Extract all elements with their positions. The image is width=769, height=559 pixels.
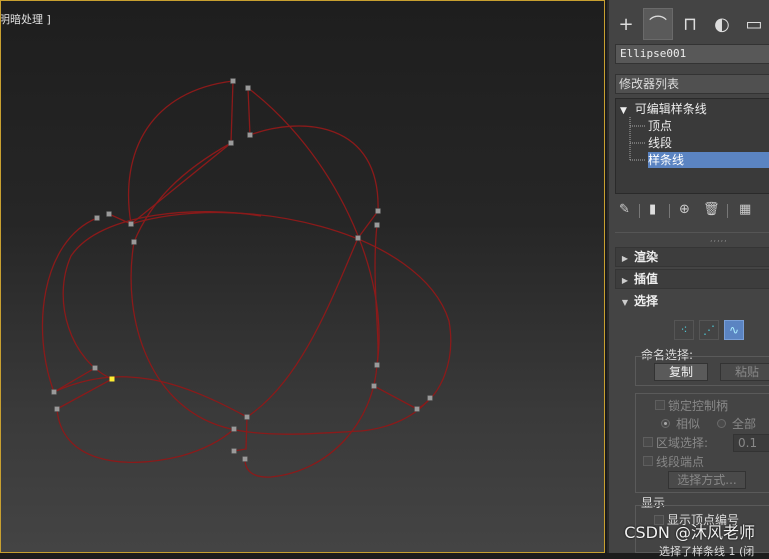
similar-label: 相似 bbox=[676, 417, 701, 431]
select-by-button[interactable]: 选择方式... bbox=[668, 471, 746, 489]
spline-vertex[interactable] bbox=[92, 365, 98, 371]
spline-vertex[interactable] bbox=[231, 448, 237, 454]
paste-button[interactable]: 粘贴 bbox=[720, 363, 769, 381]
spline-vertex[interactable] bbox=[245, 85, 251, 91]
spline-vertex[interactable] bbox=[355, 235, 361, 241]
command-panel-tabs: + ⌒ ⊓ ◐ ▭ bbox=[609, 8, 769, 42]
spline-segment[interactable] bbox=[374, 224, 379, 366]
spline-canvas[interactable] bbox=[1, 1, 605, 553]
modifier-stack[interactable]: ▼ 可编辑样条线 顶点 线段 样条线 bbox=[615, 98, 769, 194]
rollout-selection[interactable]: ▼ 选择 bbox=[615, 291, 769, 311]
all-radio[interactable] bbox=[717, 419, 726, 428]
spline-segment[interactable] bbox=[133, 142, 232, 243]
stack-item-segment[interactable]: 线段 bbox=[648, 135, 672, 151]
spline-segment[interactable] bbox=[56, 378, 113, 410]
segment-end-checkbox[interactable] bbox=[643, 456, 653, 466]
spline-vertex[interactable] bbox=[427, 395, 433, 401]
spline-vertex[interactable] bbox=[106, 211, 112, 217]
spline-segment[interactable] bbox=[62, 211, 262, 380]
area-select-label: 区域选择: bbox=[656, 436, 709, 450]
rollout-interpolation[interactable]: ▶ 插值 bbox=[615, 269, 769, 289]
spline-level-icon[interactable]: ∿ bbox=[724, 320, 744, 340]
spline-segment[interactable] bbox=[53, 376, 248, 452]
stack-toolbar: ✎ ▮ ⊕ 🗑 ▦ bbox=[615, 202, 769, 220]
stack-tree-lines bbox=[629, 117, 646, 161]
remove-modifier-icon[interactable]: 🗑 bbox=[703, 202, 720, 217]
collapse-arrow-icon: ▶ bbox=[621, 276, 629, 285]
selection-status-text: 选择了样条线 1 (闭 bbox=[659, 545, 755, 558]
spline-vertex[interactable] bbox=[247, 132, 253, 138]
stack-item-vertex[interactable]: 顶点 bbox=[648, 118, 672, 134]
spline-segment[interactable] bbox=[246, 237, 359, 418]
lock-handles-checkbox[interactable] bbox=[655, 400, 665, 410]
expand-arrow-icon: ▼ bbox=[621, 298, 629, 307]
spline-segment[interactable] bbox=[41, 217, 98, 393]
viewport[interactable]: 明暗处理 ] bbox=[0, 0, 605, 553]
spline-segment[interactable] bbox=[56, 408, 235, 463]
hierarchy-icon[interactable]: ⊓ bbox=[675, 8, 705, 40]
segment-end-label: 线段端点 bbox=[656, 455, 705, 469]
spline-vertex[interactable] bbox=[244, 414, 250, 420]
selected-vertex[interactable] bbox=[109, 376, 115, 382]
all-label: 全部 bbox=[732, 417, 757, 431]
panel-divider[interactable]: ,,,,, bbox=[615, 232, 769, 243]
configure-modifier-sets-icon[interactable]: ▦ bbox=[739, 202, 751, 217]
modify-icon[interactable]: ⌒ bbox=[643, 8, 673, 40]
spline-vertex[interactable] bbox=[231, 426, 237, 432]
stack-item-spline[interactable]: 样条线 bbox=[648, 152, 769, 168]
spline-segment[interactable] bbox=[130, 211, 452, 410]
spline-vertex[interactable] bbox=[371, 383, 377, 389]
spline-vertex[interactable] bbox=[374, 362, 380, 368]
vertex-level-icon[interactable]: ⁖ bbox=[674, 320, 694, 340]
spline-vertex[interactable] bbox=[374, 222, 380, 228]
pin-stack-icon[interactable]: ✎ bbox=[619, 202, 630, 217]
rollout-render[interactable]: ▶ 渲染 bbox=[615, 247, 769, 267]
spline-vertex[interactable] bbox=[228, 140, 234, 146]
show-end-result-icon[interactable]: ▮ bbox=[649, 202, 656, 217]
spline-segment[interactable] bbox=[130, 241, 431, 435]
spline-vertex[interactable] bbox=[414, 406, 420, 412]
modifier-list-dropdown[interactable]: 修改器列表 bbox=[615, 74, 769, 94]
spline-vertex[interactable] bbox=[242, 456, 248, 462]
copy-button[interactable]: 复制 bbox=[654, 363, 708, 381]
spline-segment[interactable] bbox=[127, 80, 234, 226]
segment-level-icon[interactable]: ⋰ bbox=[699, 320, 719, 340]
lock-handles-label: 锁定控制柄 bbox=[668, 399, 729, 413]
spline-vertex[interactable] bbox=[51, 389, 57, 395]
create-icon[interactable]: + bbox=[611, 8, 641, 40]
spline-vertex[interactable] bbox=[128, 221, 134, 227]
area-select-checkbox[interactable] bbox=[643, 437, 653, 447]
spline-vertex[interactable] bbox=[230, 78, 236, 84]
collapse-arrow-icon: ▶ bbox=[621, 254, 629, 263]
spline-vertex[interactable] bbox=[94, 215, 100, 221]
similar-radio[interactable] bbox=[661, 419, 670, 428]
spline-vertex[interactable] bbox=[131, 239, 137, 245]
spline-vertex[interactable] bbox=[375, 208, 381, 214]
area-select-spinner[interactable]: 0.1 bbox=[733, 434, 769, 452]
spline-segment[interactable] bbox=[244, 87, 380, 478]
object-name-field[interactable]: Ellipse001 bbox=[615, 44, 769, 64]
spline-segment[interactable] bbox=[108, 213, 132, 225]
motion-icon[interactable]: ◐ bbox=[707, 8, 737, 40]
display-icon[interactable]: ▭ bbox=[739, 8, 769, 40]
make-unique-icon[interactable]: ⊕ bbox=[679, 202, 690, 217]
watermark: CSDN @沐风老师 bbox=[624, 523, 755, 542]
spline-vertex[interactable] bbox=[54, 406, 60, 412]
